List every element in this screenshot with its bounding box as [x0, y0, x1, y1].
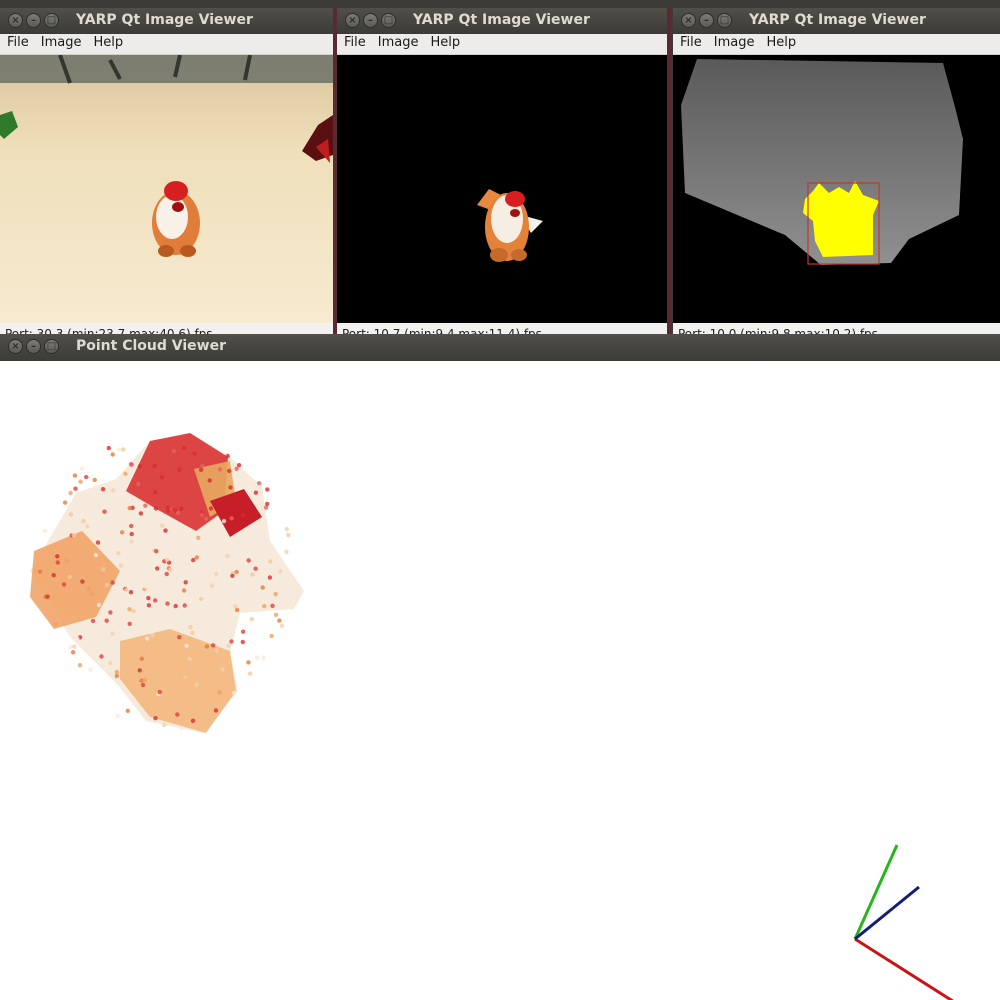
status-bar: Port: 30.3 (min:23.7 max:40.6) fps: [0, 323, 333, 334]
window-controls: × – □: [681, 13, 732, 28]
maximize-icon[interactable]: □: [44, 339, 59, 354]
menu-help[interactable]: Help: [425, 34, 465, 54]
camera-rgb-image: [0, 55, 333, 323]
menu-bar: File Image Help: [337, 34, 667, 55]
menu-bar: File Image Help: [0, 34, 333, 55]
window-divider: [667, 8, 671, 333]
menu-help[interactable]: Help: [88, 34, 128, 54]
minimize-icon[interactable]: –: [363, 13, 378, 28]
window-title: Point Cloud Viewer: [76, 338, 226, 354]
menu-file[interactable]: File: [339, 34, 371, 54]
menu-help[interactable]: Help: [761, 34, 801, 54]
minimize-icon[interactable]: –: [26, 13, 41, 28]
window-title: YARP Qt Image Viewer: [76, 12, 253, 28]
point-cloud-canvas[interactable]: [0, 361, 1000, 1000]
title-bar[interactable]: × – □ YARP Qt Image Viewer: [0, 8, 333, 34]
maximize-icon[interactable]: □: [381, 13, 396, 28]
title-bar[interactable]: × – □ YARP Qt Image Viewer: [673, 8, 1000, 34]
viewer-window-3: × – □ YARP Qt Image Viewer File Image He…: [673, 8, 1000, 334]
minimize-icon[interactable]: –: [699, 13, 714, 28]
point-cloud-window: × – □ Point Cloud Viewer: [0, 334, 1000, 1000]
point-cloud: [30, 433, 304, 733]
minimize-icon[interactable]: –: [26, 339, 41, 354]
menu-file[interactable]: File: [675, 34, 707, 54]
axis-x: [854, 937, 954, 1000]
close-icon[interactable]: ×: [681, 13, 696, 28]
menu-file[interactable]: File: [2, 34, 34, 54]
title-bar[interactable]: × – □ Point Cloud Viewer: [0, 334, 1000, 361]
axis-z: [854, 885, 920, 941]
depth-blob-image: [673, 55, 1000, 323]
window-controls: × – □: [8, 339, 59, 354]
menu-image[interactable]: Image: [36, 34, 87, 54]
close-icon[interactable]: ×: [8, 339, 23, 354]
viewer-window-2: × – □ YARP Qt Image Viewer File Image He…: [337, 8, 667, 334]
axis-y: [853, 844, 899, 940]
viewer-window-1: × – □ YARP Qt Image Viewer File Image He…: [0, 8, 333, 334]
axes-gizmo: [853, 844, 954, 1000]
maximize-icon[interactable]: □: [717, 13, 732, 28]
segmented-object-image: [337, 55, 667, 323]
window-title: YARP Qt Image Viewer: [413, 12, 590, 28]
status-bar: Port: 10.0 (min:9.8 max:10.2) fps: [673, 323, 1000, 334]
window-title: YARP Qt Image Viewer: [749, 12, 926, 28]
status-bar: Port: 10.7 (min:9.4 max:11.4) fps: [337, 323, 667, 334]
title-bar[interactable]: × – □ YARP Qt Image Viewer: [337, 8, 667, 34]
maximize-icon[interactable]: □: [44, 13, 59, 28]
close-icon[interactable]: ×: [8, 13, 23, 28]
menu-image[interactable]: Image: [373, 34, 424, 54]
menu-image[interactable]: Image: [709, 34, 760, 54]
window-controls: × – □: [8, 13, 59, 28]
close-icon[interactable]: ×: [345, 13, 360, 28]
menu-bar: File Image Help: [673, 34, 1000, 55]
window-controls: × – □: [345, 13, 396, 28]
